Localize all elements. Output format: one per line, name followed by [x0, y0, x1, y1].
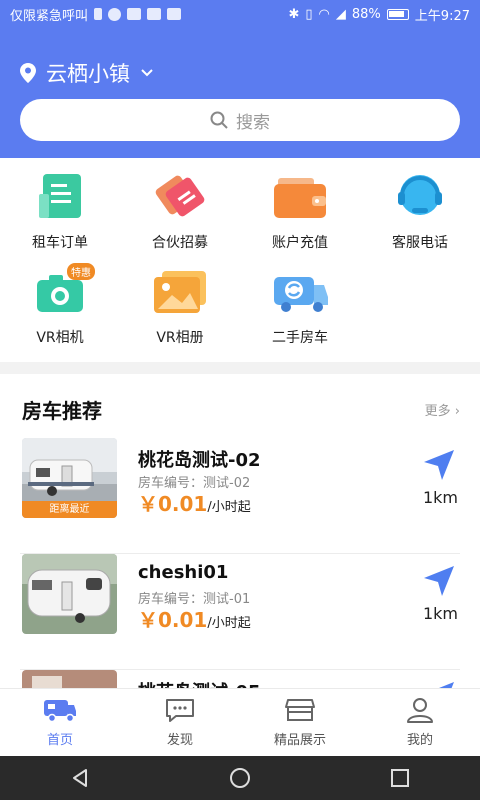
- chevron-down-icon: [141, 69, 153, 77]
- signal-icon: ◢: [335, 6, 346, 22]
- wallet-icon: [269, 170, 331, 224]
- clock: 上午9:27: [414, 8, 470, 24]
- tab-discover[interactable]: 发现: [120, 689, 240, 756]
- rv-thumbnail: 距离最近: [22, 438, 117, 518]
- quick-action-label: VR相机: [36, 330, 84, 346]
- quick-action-partner-recruit[interactable]: 合伙招募: [120, 170, 240, 265]
- price-value: ￥0.01: [138, 492, 208, 516]
- quick-action-label: VR相册: [156, 330, 204, 346]
- back-icon[interactable]: [68, 766, 92, 790]
- rv-thumbnail: [22, 554, 117, 634]
- tab-profile[interactable]: 我的: [360, 689, 480, 756]
- rv-icon: [44, 700, 76, 723]
- nearest-ribbon: 距离最近: [22, 501, 117, 518]
- rv-distance: 1km: [422, 604, 458, 623]
- status-bar: 仅限紧急呼叫 ✱ ▯ ◠ ◢ 88% 上午9:27: [0, 0, 480, 28]
- quick-action-label: 账户充值: [272, 235, 328, 251]
- camera-icon: 特惠: [29, 263, 95, 319]
- battery-icon: [386, 8, 409, 20]
- handshake-card-icon: [149, 170, 211, 224]
- price-unit: /小时起: [207, 616, 251, 631]
- quick-actions-grid: 租车订单 合伙招募 账户充值 客服电话 特惠 VR相机 VR相册 二手房车: [0, 170, 480, 360]
- bluetooth-icon: ✱: [288, 6, 300, 22]
- quick-action-label: 客服电话: [392, 235, 448, 251]
- rv-price: ￥0.01/小时起: [138, 604, 251, 633]
- section-divider: [0, 362, 480, 374]
- rv-name: cheshi01: [138, 562, 229, 583]
- rv-list-item[interactable]: 距离最近 桃花岛测试-02 房车编号：测试-02 ￥0.01/小时起 1km: [20, 438, 460, 554]
- wifi-icon: ◠: [318, 6, 330, 22]
- bottom-tab-bar: 首页 发现 精品展示 我的: [0, 688, 480, 756]
- rv-name: 桃花岛测试-02: [138, 450, 261, 471]
- price-value: ￥0.01: [138, 608, 208, 632]
- headset-icon: [389, 170, 451, 224]
- more-link[interactable]: 更多 ›: [425, 400, 460, 419]
- app-notification-icon: [108, 7, 122, 21]
- location-selector[interactable]: 云栖小镇: [20, 58, 154, 88]
- navigate-icon[interactable]: [422, 448, 456, 482]
- rv-list-item[interactable]: cheshi01 房车编号：测试-01 ￥0.01/小时起 1km: [20, 554, 460, 670]
- search-icon: [210, 111, 228, 129]
- carrier-text: 仅限紧急呼叫: [10, 8, 89, 24]
- vibrate-icon: ▯: [305, 6, 313, 22]
- tab-label: 精品展示: [273, 733, 326, 748]
- document-icon: [29, 170, 91, 224]
- usb-icon: [94, 8, 103, 20]
- quick-action-label: 二手房车: [272, 330, 328, 346]
- quick-action-label: 租车订单: [32, 235, 88, 251]
- chevron-right-icon: ›: [454, 404, 460, 419]
- app-notification-icon: [167, 8, 182, 20]
- tab-label: 我的: [406, 733, 433, 748]
- search-input[interactable]: 搜索: [20, 99, 460, 141]
- location-name: 云栖小镇: [46, 62, 130, 86]
- battery-percent: 88%: [351, 6, 381, 22]
- more-label: 更多: [424, 404, 451, 419]
- tab-label: 发现: [166, 733, 193, 748]
- price-unit: /小时起: [207, 500, 251, 515]
- quick-action-vr-album[interactable]: VR相册: [120, 265, 240, 360]
- tab-showcase[interactable]: 精品展示: [240, 689, 360, 756]
- rv-distance: 1km: [422, 488, 458, 507]
- chat-icon: [166, 699, 194, 722]
- app-notification-icon: [147, 8, 162, 20]
- quick-action-used-rv[interactable]: 二手房车: [240, 265, 360, 360]
- quick-action-customer-service[interactable]: 客服电话: [360, 170, 480, 265]
- tab-label: 首页: [46, 733, 73, 748]
- rv-price: ￥0.01/小时起: [138, 488, 251, 517]
- header: 仅限紧急呼叫 ✱ ▯ ◠ ◢ 88% 上午9:27 云栖小镇 搜索: [0, 0, 480, 158]
- quick-action-account-topup[interactable]: 账户充值: [240, 170, 360, 265]
- search-placeholder: 搜索: [236, 112, 270, 133]
- user-icon: [407, 698, 433, 723]
- location-pin-icon: [20, 63, 36, 83]
- photo-album-icon: [149, 265, 211, 319]
- section-title: 房车推荐: [22, 399, 102, 423]
- quick-action-vr-camera[interactable]: 特惠 VR相机: [0, 263, 120, 360]
- promo-badge: 特惠: [67, 263, 95, 280]
- system-nav-bar: [0, 756, 480, 800]
- home-icon[interactable]: [228, 766, 252, 790]
- tab-home[interactable]: 首页: [0, 689, 120, 756]
- quick-action-rental-orders[interactable]: 租车订单: [0, 170, 120, 265]
- shop-icon: [285, 699, 315, 721]
- recents-icon[interactable]: [388, 766, 412, 790]
- app-notification-icon: [127, 8, 142, 20]
- quick-action-label: 合伙招募: [152, 235, 208, 251]
- used-rv-icon: [269, 265, 331, 319]
- navigate-icon[interactable]: [422, 564, 456, 598]
